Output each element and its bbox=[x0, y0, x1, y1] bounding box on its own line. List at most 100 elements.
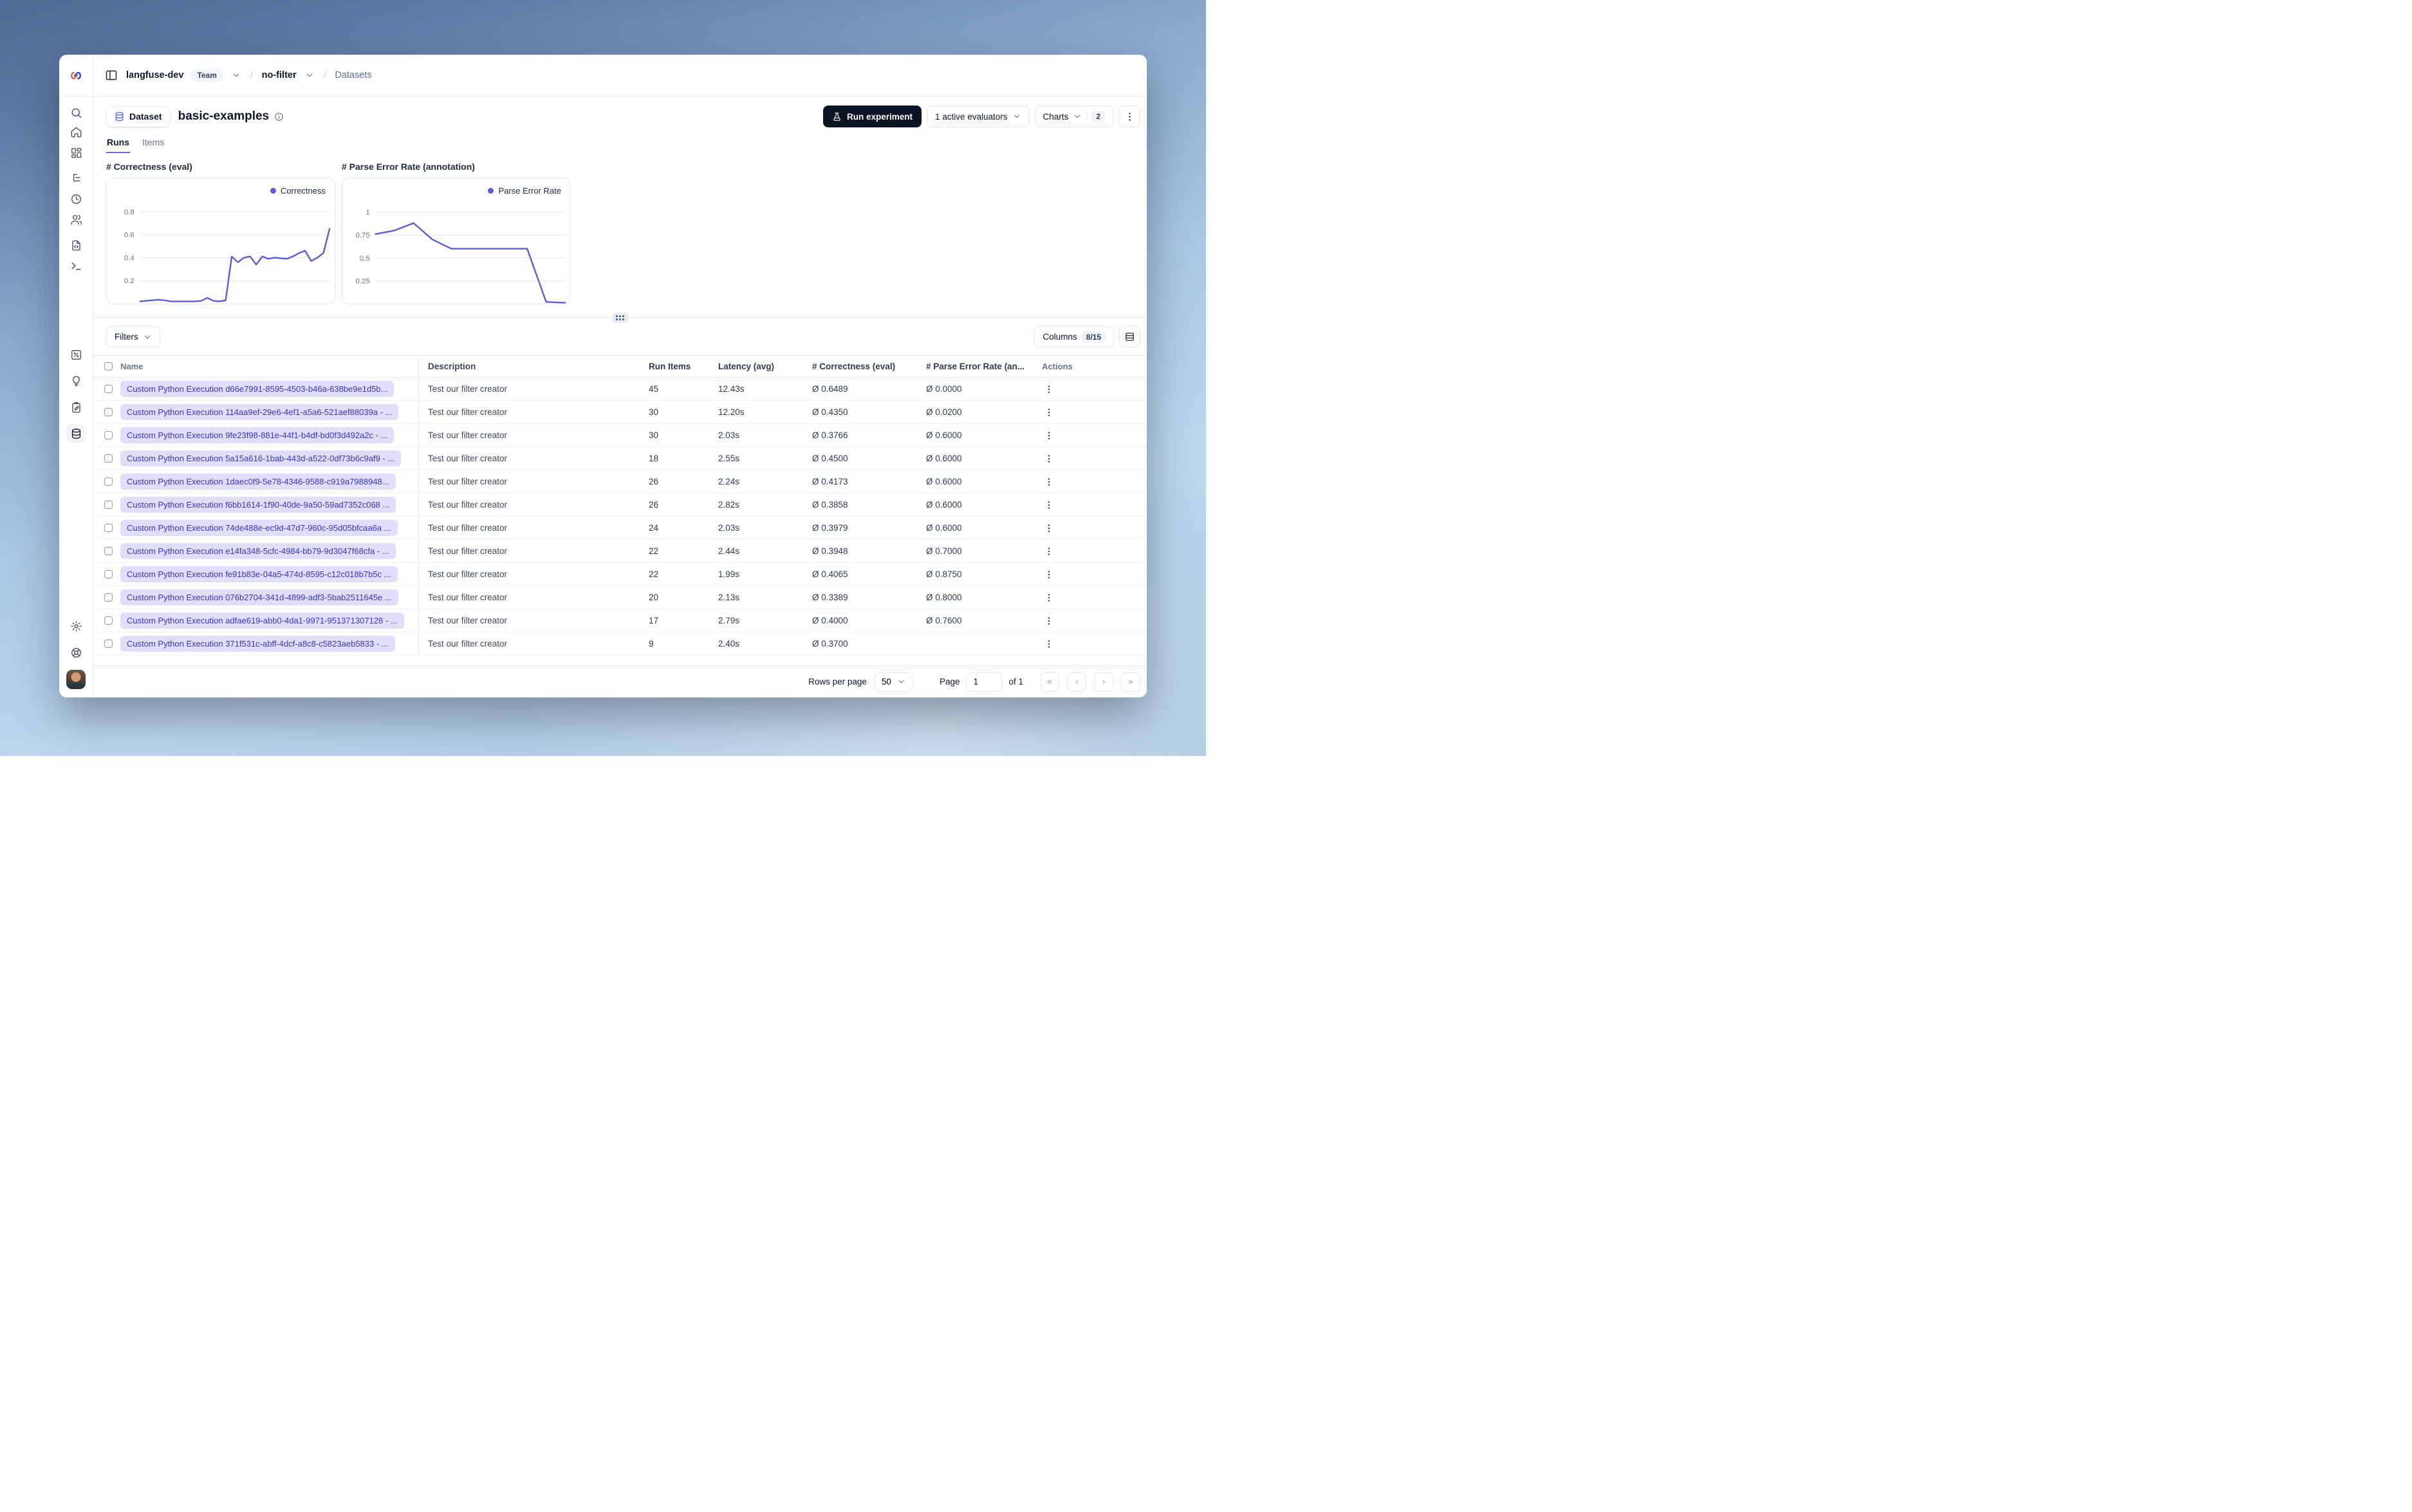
filters-button[interactable]: Filters bbox=[106, 326, 160, 347]
sidebar-item-dashboards[interactable] bbox=[66, 143, 86, 162]
row-actions-menu-button[interactable] bbox=[1042, 405, 1056, 419]
run-name-link[interactable]: Custom Python Execution 114aa9ef-29e6-4e… bbox=[120, 404, 399, 420]
sidebar-item-users[interactable] bbox=[66, 210, 86, 229]
first-page-button[interactable]: « bbox=[1040, 672, 1059, 692]
run-name-link[interactable]: Custom Python Execution adfae619-abb0-4d… bbox=[120, 613, 404, 629]
rows-per-page-select[interactable]: 50 bbox=[874, 672, 913, 692]
run-name-link[interactable]: Custom Python Execution 74de488e-ec9d-47… bbox=[120, 520, 398, 536]
sidebar-item-annotation[interactable] bbox=[66, 398, 86, 417]
run-name-link[interactable]: Custom Python Execution fe91b83e-04a5-47… bbox=[120, 566, 398, 582]
sidebar-item-playground[interactable] bbox=[66, 256, 86, 275]
sidebar bbox=[59, 55, 93, 697]
column-header-correctness[interactable]: # Correctness (eval) bbox=[803, 362, 917, 371]
table-row[interactable]: Custom Python Execution 076b2704-341d-48… bbox=[93, 586, 1147, 609]
row-actions-menu-button[interactable] bbox=[1042, 475, 1056, 489]
header-more-menu-button[interactable] bbox=[1118, 106, 1140, 127]
org-switcher-button[interactable] bbox=[230, 69, 242, 81]
table-row[interactable]: Custom Python Execution f6bb1614-1f90-40… bbox=[93, 493, 1147, 517]
next-page-button[interactable]: › bbox=[1094, 672, 1113, 692]
table-row[interactable]: Custom Python Execution e14fa348-5cfc-49… bbox=[93, 540, 1147, 563]
row-checkbox[interactable] bbox=[104, 501, 113, 509]
charts-dropdown[interactable]: Charts 2 bbox=[1034, 106, 1113, 127]
charts-section: # Correctness (eval) 0.8 0.6 0.4 0.2 Correc… bbox=[106, 161, 1134, 304]
row-checkbox[interactable] bbox=[104, 524, 113, 532]
row-height-button[interactable] bbox=[1119, 326, 1140, 347]
run-name-link[interactable]: Custom Python Execution 371f531c-abff-4d… bbox=[120, 636, 395, 652]
table-row[interactable]: Custom Python Execution d66e7991-8595-45… bbox=[93, 378, 1147, 401]
row-checkbox[interactable] bbox=[104, 547, 113, 555]
row-checkbox[interactable] bbox=[104, 640, 113, 648]
table-row[interactable]: Custom Python Execution 114aa9ef-29e6-4e… bbox=[93, 401, 1147, 424]
sidebar-item-datasets[interactable] bbox=[66, 424, 86, 443]
sidebar-item-evaluators[interactable] bbox=[66, 371, 86, 391]
sidebar-item-settings[interactable] bbox=[66, 616, 86, 636]
row-actions-menu-button[interactable] bbox=[1042, 521, 1056, 535]
sidebar-item-search[interactable] bbox=[66, 103, 86, 122]
columns-button[interactable]: Columns 8/15 bbox=[1034, 326, 1114, 347]
sidebar-item-sessions[interactable] bbox=[66, 189, 86, 208]
row-checkbox[interactable] bbox=[104, 593, 113, 602]
row-checkbox[interactable] bbox=[104, 570, 113, 578]
table-row[interactable]: Custom Python Execution 9fe23f98-881e-44… bbox=[93, 424, 1147, 447]
row-actions-menu-button[interactable] bbox=[1042, 429, 1056, 443]
row-actions-menu-button[interactable] bbox=[1042, 452, 1056, 466]
sidebar-item-support[interactable] bbox=[66, 643, 86, 662]
column-header-latency[interactable]: Latency (avg) bbox=[714, 362, 803, 371]
run-name-link[interactable]: Custom Python Execution f6bb1614-1f90-40… bbox=[120, 497, 396, 513]
run-experiment-button[interactable]: Run experiment bbox=[822, 106, 922, 127]
table-row[interactable]: Custom Python Execution 371f531c-abff-4d… bbox=[93, 632, 1147, 656]
dataset-info-button[interactable] bbox=[274, 112, 284, 122]
select-all-checkbox[interactable] bbox=[104, 362, 113, 371]
table-row[interactable]: Custom Python Execution fe91b83e-04a5-47… bbox=[93, 563, 1147, 586]
run-name-link[interactable]: Custom Python Execution e14fa348-5cfc-49… bbox=[120, 543, 396, 559]
table-row[interactable]: Custom Python Execution 1daec0f9-5e78-43… bbox=[93, 470, 1147, 493]
row-checkbox[interactable] bbox=[104, 385, 113, 393]
run-name-link[interactable]: Custom Python Execution 1daec0f9-5e78-43… bbox=[120, 474, 396, 490]
run-name-link[interactable]: Custom Python Execution 5a15a616-1bab-44… bbox=[120, 450, 402, 466]
sidebar-toggle-button[interactable] bbox=[104, 68, 119, 83]
org-plan-badge: Team bbox=[190, 69, 223, 82]
column-header-run-items[interactable]: Run Items bbox=[644, 362, 714, 371]
tab-runs[interactable]: Runs bbox=[106, 137, 130, 153]
row-actions-menu-button[interactable] bbox=[1042, 637, 1056, 651]
breadcrumb-project[interactable]: no-filter bbox=[262, 70, 297, 80]
breadcrumb-section[interactable]: Datasets bbox=[335, 70, 371, 80]
row-checkbox[interactable] bbox=[104, 431, 113, 439]
row-actions-menu-button[interactable] bbox=[1042, 591, 1056, 605]
column-header-parse-error[interactable]: # Parse Error Rate (an... bbox=[917, 362, 1033, 371]
sidebar-item-home[interactable] bbox=[66, 122, 86, 142]
evaluators-dropdown[interactable]: 1 active evaluators bbox=[926, 106, 1030, 127]
sidebar-item-scores[interactable] bbox=[66, 345, 86, 364]
prev-page-button[interactable]: ‹ bbox=[1067, 672, 1086, 692]
resize-grip-handle[interactable] bbox=[611, 313, 629, 323]
row-actions-menu-button[interactable] bbox=[1042, 614, 1056, 628]
row-checkbox[interactable] bbox=[104, 408, 113, 416]
column-header-name[interactable]: Name bbox=[113, 356, 419, 377]
table-row[interactable]: Custom Python Execution adfae619-abb0-4d… bbox=[93, 609, 1147, 632]
column-header-description[interactable]: Description bbox=[419, 362, 644, 371]
sidebar-item-tracing[interactable] bbox=[66, 169, 86, 188]
row-actions-menu-button[interactable] bbox=[1042, 544, 1056, 558]
row-checkbox[interactable] bbox=[104, 454, 113, 463]
row-checkbox[interactable] bbox=[104, 477, 113, 486]
run-name-link[interactable]: Custom Python Execution 9fe23f98-881e-44… bbox=[120, 427, 394, 443]
table-row[interactable]: Custom Python Execution 5a15a616-1bab-44… bbox=[93, 447, 1147, 470]
row-checkbox[interactable] bbox=[104, 616, 113, 625]
run-name-link[interactable]: Custom Python Execution d66e7991-8595-45… bbox=[120, 381, 394, 397]
breadcrumb-org[interactable]: langfuse-dev bbox=[126, 70, 183, 80]
run-name-link[interactable]: Custom Python Execution 076b2704-341d-48… bbox=[120, 589, 398, 605]
sidebar-item-prompts[interactable] bbox=[66, 235, 86, 255]
user-avatar[interactable] bbox=[66, 670, 86, 689]
kebab-menu-icon bbox=[1048, 408, 1050, 416]
page-number-input[interactable]: 1 bbox=[966, 672, 1003, 692]
tab-items[interactable]: Items bbox=[142, 137, 165, 153]
table-row[interactable]: Custom Python Execution 74de488e-ec9d-47… bbox=[93, 517, 1147, 540]
row-actions-menu-button[interactable] bbox=[1042, 567, 1056, 582]
project-switcher-button[interactable] bbox=[304, 69, 315, 81]
run-items-count: 24 bbox=[649, 523, 659, 533]
last-page-button[interactable]: » bbox=[1121, 672, 1140, 692]
charts-count-badge: 2 bbox=[1091, 111, 1105, 122]
row-actions-menu-button[interactable] bbox=[1042, 382, 1056, 396]
row-actions-menu-button[interactable] bbox=[1042, 498, 1056, 512]
run-description: Test our filter creator bbox=[428, 569, 508, 579]
